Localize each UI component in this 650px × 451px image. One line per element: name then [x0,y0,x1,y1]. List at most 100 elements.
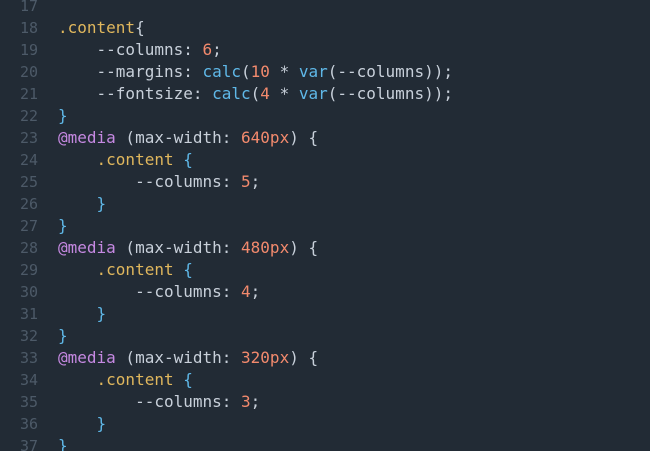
code-text: @media (max-width: 320px) { [58,347,318,369]
code-text: } [58,413,107,435]
code-line[interactable]: 27} [0,215,650,237]
line-number: 28 [19,239,38,257]
code-token: @media [58,348,116,367]
code-token: { [173,370,193,389]
code-token: } [58,106,68,125]
code-line[interactable]: 29 .content { [0,259,650,281]
code-token: } [58,304,107,323]
code-line[interactable]: 17 [0,0,650,17]
code-text: .content { [58,369,193,391]
code-text: --columns: 6; [58,39,222,61]
code-token: .content [96,150,174,169]
code-token: 320px [241,348,290,367]
code-token: (--columns)); [327,62,453,81]
code-text: .content { [58,259,193,281]
code-token: ; [250,392,261,411]
code-token: ) { [289,128,319,147]
line-number: 24 [19,151,38,169]
code-token: (max-width: [115,128,242,147]
code-token: 4 [241,282,251,301]
line-number: 27 [19,217,38,235]
code-line[interactable]: 20 --margins: calc(10 * var(--columns)); [0,61,650,83]
code-line[interactable]: 36 } [0,413,650,435]
code-token: ; [212,40,222,59]
code-token: { [173,260,193,279]
code-token: (--columns)); [327,84,453,103]
code-line[interactable]: 23 @media (max-width: 640px) { [0,127,650,149]
code-token: @media [58,128,116,147]
code-line[interactable]: 32} [0,325,650,347]
line-number: 20 [19,63,38,81]
code-text: --columns: 4; [58,281,260,303]
code-token: ( [241,62,251,81]
line-number: 36 [19,415,38,433]
code-token: ; [250,282,261,301]
code-token: .content [96,370,174,389]
line-number: 23 [19,129,38,147]
code-token: 480px [241,238,290,257]
line-number: 31 [19,305,38,323]
code-token: 10 [250,62,270,81]
code-token: 5 [241,172,251,191]
line-number: 18 [19,19,38,37]
code-token: 4 [260,84,270,103]
code-token: ) { [289,348,319,367]
code-token: ( [250,84,261,103]
code-token: calc [202,62,242,81]
code-token: --fontsize: [58,84,213,103]
code-token: ; [250,172,261,191]
code-token: (max-width: [115,348,242,367]
code-line[interactable]: 24 .content { [0,149,650,171]
code-token: { [173,150,193,169]
code-token: * [269,62,299,81]
line-number: 25 [19,173,38,191]
code-text: } [58,435,68,451]
code-token: ) { [289,238,319,257]
line-number: 22 [19,107,38,125]
code-text: @media (max-width: 480px) { [58,237,318,259]
code-line[interactable]: 31 } [0,303,650,325]
code-token: @media [58,238,116,257]
line-number: 19 [19,41,38,59]
code-line[interactable]: 21 --fontsize: calc(4 * var(--columns)); [0,83,650,105]
code-token: var [298,62,328,81]
code-text: --columns: 3; [58,391,260,413]
code-token: --columns: [58,40,203,59]
code-token: --margins: [58,62,203,81]
code-line[interactable]: 35 --columns: 3; [0,391,650,413]
code-line[interactable]: 18 .content{ [0,17,650,39]
code-token: (max-width: [115,238,242,257]
code-lines[interactable]: 17 18 .content{19 --columns: 6; 20 --margin… [0,0,650,451]
line-number: 26 [19,195,38,213]
code-line[interactable]: 19 --columns: 6; [0,39,650,61]
code-text: .content{ [58,17,145,39]
code-line[interactable]: 33 @media (max-width: 320px) { [0,347,650,369]
code-text: } [58,303,107,325]
code-line[interactable]: 22} [0,105,650,127]
code-line[interactable]: 30 --columns: 4; [0,281,650,303]
code-line[interactable]: 25 --columns: 5; [0,171,650,193]
code-token: 6 [202,40,213,59]
code-text: --margins: calc(10 * var(--columns)); [58,61,453,83]
line-number: 32 [19,327,38,345]
code-line[interactable]: 34 .content { [0,369,650,391]
code-token: * [269,84,299,103]
code-token: --columns: [58,282,242,301]
line-number: 37 [19,437,38,451]
code-line[interactable]: 28 @media (max-width: 480px) { [0,237,650,259]
line-number: 17 [19,0,38,15]
code-line[interactable]: 37} [0,435,650,451]
code-token: .content [58,18,136,37]
line-number: 35 [19,393,38,411]
code-line[interactable]: 26 } [0,193,650,215]
code-text: --fontsize: calc(4 * var(--columns)); [58,83,453,105]
code-text: } [58,105,68,127]
code-token: { [135,18,145,37]
code-text: @media (max-width: 640px) { [58,127,318,149]
code-editor[interactable]: 17 18 .content{19 --columns: 6; 20 --margin… [0,0,650,451]
code-token: } [58,194,107,213]
code-token: --columns: [58,392,242,411]
